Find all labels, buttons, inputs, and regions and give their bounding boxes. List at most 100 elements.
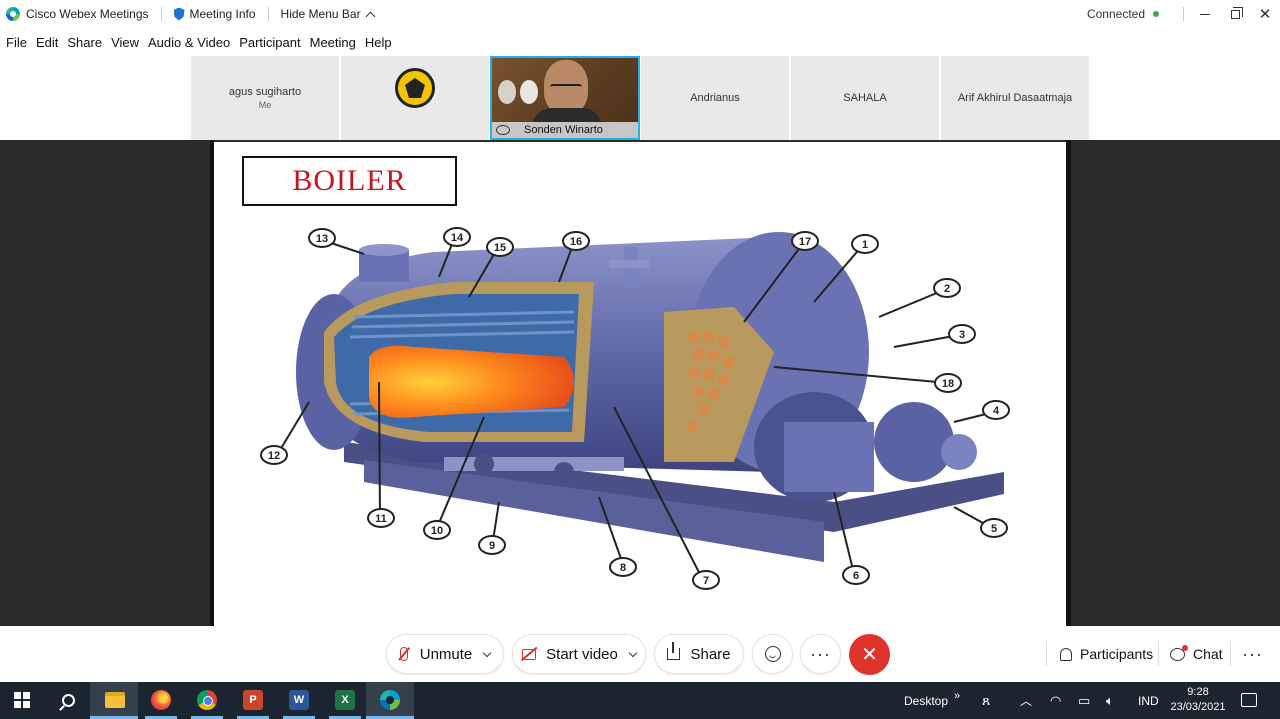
participant-tile-active-speaker[interactable]: Sonden Winarto (490, 56, 640, 140)
share-button[interactable]: Share (654, 634, 744, 674)
shared-slide: BOILER 13 14 15 16 17 1 2 3 18 4 5 6 7 8… (214, 142, 1066, 626)
callout-6-label: 6 (853, 570, 859, 582)
clock-date: 23/03/2021 (1170, 701, 1226, 713)
participant-tile[interactable]: Andrianus (641, 56, 789, 140)
start-video-button[interactable]: Start video (512, 634, 646, 674)
folder-icon (105, 692, 125, 708)
organization-emblem-icon (395, 68, 435, 108)
callout-6: 6 (842, 565, 870, 585)
share-icon (667, 642, 681, 660)
callout-14-label: 14 (451, 232, 464, 244)
show-hidden-icons-button[interactable]: ︿ (1020, 682, 1032, 719)
participant-tile[interactable]: agus sugiharto Me (191, 56, 339, 140)
start-button[interactable] (10, 688, 34, 712)
chevron-down-icon[interactable] (483, 648, 492, 657)
notification-center-icon[interactable] (1241, 693, 1257, 707)
callout-12: 12 (260, 445, 288, 465)
chrome-button[interactable] (195, 688, 219, 712)
wifi-icon: ◠ (1050, 692, 1062, 708)
connection-status-label: Connected (1086, 7, 1145, 21)
participant-icon (1060, 647, 1072, 661)
search-button[interactable] (56, 688, 80, 712)
excel-button[interactable]: X (333, 688, 357, 712)
panel-options-button[interactable]: ··· (1242, 634, 1263, 674)
desktop-toolbar[interactable]: Desktop » (904, 682, 960, 719)
input-language-button[interactable]: IND (1138, 682, 1159, 719)
word-button[interactable]: W (287, 688, 311, 712)
chat-icon (1170, 644, 1188, 661)
chrome-icon (197, 690, 217, 710)
menu-file[interactable]: File (6, 35, 27, 50)
double-chevron-icon: » (954, 689, 961, 702)
menu-bar: File Edit Share View Audio & Video Parti… (0, 28, 1280, 56)
minimize-button[interactable] (1190, 0, 1220, 28)
callout-14: 14 (443, 227, 471, 247)
divider (1230, 642, 1231, 666)
callout-10: 10 (423, 520, 451, 540)
unmute-button[interactable]: Unmute (386, 634, 504, 674)
callout-5-label: 5 (991, 523, 997, 535)
close-window-button[interactable]: ✕ (1250, 0, 1280, 28)
meeting-info-button[interactable]: Meeting Info (173, 7, 256, 21)
system-clock[interactable]: 9:28 23/03/2021 (1166, 685, 1230, 715)
callout-2: 2 (933, 278, 961, 298)
more-icon: ··· (1242, 643, 1263, 664)
divider (1046, 642, 1047, 666)
participant-name: SAHALA (843, 92, 887, 104)
participant-tile[interactable]: SAHALA (791, 56, 939, 140)
webex-taskbar-button[interactable] (378, 688, 402, 712)
maximize-button[interactable] (1220, 0, 1250, 28)
clock-time: 9:28 (1187, 686, 1209, 698)
callout-9: 9 (478, 535, 506, 555)
participant-name: Sonden Winarto (524, 124, 603, 136)
menu-view[interactable]: View (111, 35, 139, 50)
more-options-button[interactable]: ··· (800, 634, 841, 674)
chat-panel-button[interactable]: Chat (1170, 634, 1223, 674)
callout-1-label: 1 (862, 239, 868, 251)
file-explorer-button[interactable] (103, 688, 127, 712)
people-button[interactable]: ጸ (982, 682, 990, 719)
chat-label: Chat (1193, 646, 1223, 662)
leave-meeting-button[interactable]: ✕ (849, 634, 890, 675)
title-divider (1183, 7, 1184, 21)
powerpoint-button[interactable]: P (241, 688, 265, 712)
smiley-icon (764, 646, 781, 662)
participant-tile[interactable] (341, 56, 489, 140)
connection-status[interactable]: Connected (1087, 7, 1159, 21)
menu-edit[interactable]: Edit (36, 35, 58, 50)
callout-15: 15 (486, 237, 514, 257)
participant-tile[interactable]: Arif Akhirul Dasaatmaja (941, 56, 1089, 140)
callout-2-label: 2 (944, 283, 950, 295)
reactions-button[interactable] (752, 634, 793, 674)
network-button[interactable]: ◠ (1050, 682, 1061, 719)
menu-participant[interactable]: Participant (239, 35, 300, 50)
menu-help[interactable]: Help (365, 35, 392, 50)
menu-share[interactable]: Share (67, 35, 102, 50)
chevron-up-icon: ︿ (1020, 694, 1033, 708)
callout-13: 13 (308, 228, 336, 248)
participant-me-label: Me (258, 100, 272, 110)
callout-3: 3 (948, 324, 976, 344)
divider (1158, 642, 1159, 666)
battery-button[interactable]: ▭ (1078, 682, 1090, 719)
people-icon: ጸ (982, 692, 991, 708)
participant-strip: agus sugiharto Me Sonden Winarto Andrian… (0, 56, 1280, 140)
menu-meeting[interactable]: Meeting (310, 35, 356, 50)
callout-1: 1 (851, 234, 879, 254)
firefox-button[interactable] (149, 688, 173, 712)
hide-menu-bar-button[interactable]: Hide Menu Bar (281, 7, 376, 21)
restore-icon (1230, 6, 1243, 19)
callout-17: 17 (791, 231, 819, 251)
close-icon: ✕ (1258, 6, 1272, 23)
battery-icon: ▭ (1078, 692, 1091, 708)
callout-7: 7 (692, 570, 720, 590)
shield-icon (173, 7, 185, 21)
volume-button[interactable]: 🔈︎ (1106, 682, 1114, 719)
participants-panel-button[interactable]: Participants (1060, 634, 1153, 674)
boiler-diagram: 13 14 15 16 17 1 2 3 18 4 5 6 7 8 9 10 1… (260, 227, 1010, 590)
callout-16-label: 16 (570, 236, 582, 248)
menu-audio-video[interactable]: Audio & Video (148, 35, 230, 50)
chevron-down-icon[interactable] (628, 648, 638, 657)
connection-dot-icon (1153, 11, 1159, 17)
meeting-controls-bar: Unmute Start video Share ··· ✕ Participa… (0, 626, 1280, 682)
